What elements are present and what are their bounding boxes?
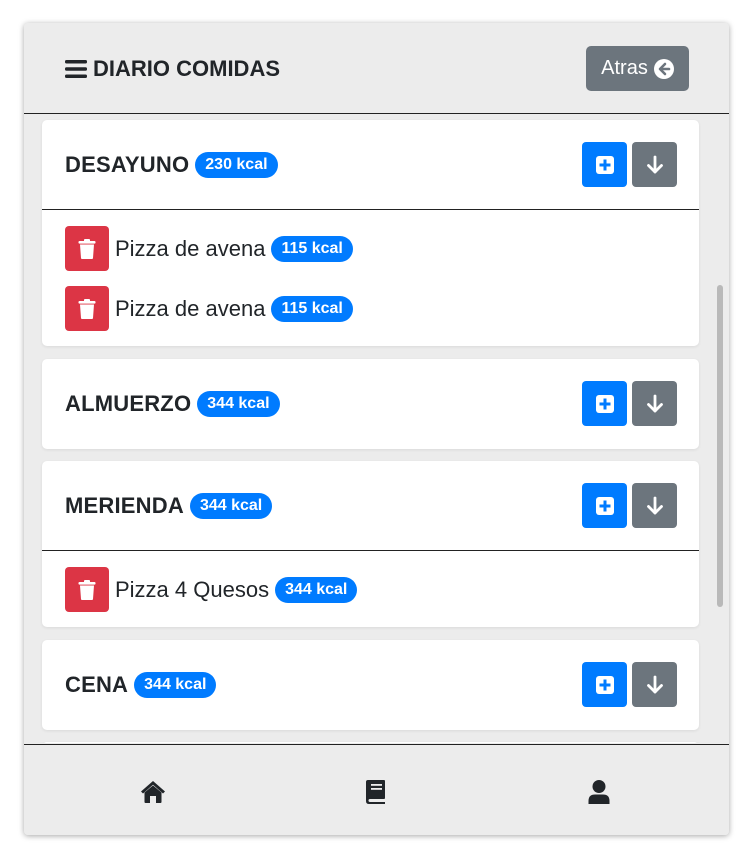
- trash-icon: [78, 238, 96, 259]
- arrow-down-icon: [646, 496, 663, 514]
- arrow-down-icon: [646, 155, 663, 173]
- meal-card-header: ALMUERZO 344 kcal: [42, 359, 699, 449]
- food-item: Pizza de avena 115 kcal: [65, 226, 699, 271]
- kcal-badge: 344 kcal: [189, 492, 273, 519]
- meal-title: CENA: [65, 672, 129, 697]
- delete-food-button[interactable]: [65, 286, 109, 331]
- arrow-down-icon: [646, 394, 663, 412]
- food-item: Pizza de avena 115 kcal: [65, 286, 699, 331]
- meal-card-partial: [42, 742, 699, 743]
- app-brand[interactable]: DIARIO COMIDAS: [65, 56, 280, 82]
- arrow-circle-left-icon: [653, 58, 674, 79]
- add-food-button[interactable]: [582, 483, 627, 528]
- kcal-badge: 344 kcal: [134, 672, 217, 698]
- back-button-label: Atras: [601, 57, 648, 79]
- food-list: Pizza 4 Quesos 344 kcal: [42, 551, 699, 626]
- menu-icon[interactable]: [65, 60, 87, 78]
- food-list: Pizza de avena 115 kcal Pizza de avena 1…: [42, 210, 699, 345]
- app-window: DIARIO COMIDAS Atras DESAYUNO 230 kcal P…: [24, 23, 729, 835]
- meal-title: MERIENDA: [65, 492, 184, 518]
- meal-card-header: MERIENDA 344 kcal: [42, 461, 699, 551]
- back-button[interactable]: Atras: [586, 46, 689, 91]
- add-food-button[interactable]: [582, 662, 627, 707]
- trash-icon: [78, 579, 96, 600]
- food-name: Pizza de avena: [115, 295, 266, 321]
- home-icon[interactable]: [140, 779, 166, 805]
- expand-button[interactable]: [632, 381, 677, 426]
- meal-card-desayuno: DESAYUNO 230 kcal Pizza de avena 115 kca…: [42, 120, 699, 346]
- meal-card-header: CENA 344 kcal: [42, 640, 699, 730]
- bottom-nav: [24, 744, 729, 835]
- delete-food-button[interactable]: [65, 226, 109, 271]
- arrow-down-icon: [646, 675, 663, 693]
- food-name: Pizza 4 Quesos: [115, 576, 270, 602]
- plus-square-icon: [595, 675, 614, 694]
- kcal-badge: 115 kcal: [271, 235, 353, 262]
- trash-icon: [78, 298, 96, 319]
- meal-list: DESAYUNO 230 kcal Pizza de avena 115 kca…: [24, 115, 729, 743]
- kcal-badge: 344 kcal: [197, 391, 280, 417]
- kcal-badge: 115 kcal: [271, 295, 353, 322]
- scrollbar-thumb[interactable]: [717, 285, 723, 607]
- meal-card-cena: CENA 344 kcal: [42, 640, 699, 730]
- expand-button[interactable]: [632, 662, 677, 707]
- add-food-button[interactable]: [582, 381, 627, 426]
- plus-square-icon: [595, 394, 614, 413]
- navbar: DIARIO COMIDAS Atras: [24, 23, 729, 114]
- kcal-badge: 344 kcal: [275, 576, 358, 603]
- meal-card-merienda: MERIENDA 344 kcal Pizza 4 Quesos 344 kca…: [42, 461, 699, 627]
- add-food-button[interactable]: [582, 142, 627, 187]
- plus-square-icon: [595, 155, 614, 174]
- user-icon[interactable]: [586, 779, 612, 805]
- food-name: Pizza de avena: [115, 235, 266, 261]
- meal-card-almuerzo: ALMUERZO 344 kcal: [42, 359, 699, 449]
- page-title: DIARIO COMIDAS: [93, 56, 280, 81]
- plus-square-icon: [595, 496, 614, 515]
- meal-card-header: DESAYUNO 230 kcal: [42, 120, 699, 210]
- book-icon[interactable]: [363, 779, 389, 805]
- meal-title: ALMUERZO: [65, 391, 192, 416]
- meal-title: DESAYUNO: [65, 151, 190, 177]
- expand-button[interactable]: [632, 142, 677, 187]
- food-item: Pizza 4 Quesos 344 kcal: [65, 567, 699, 612]
- delete-food-button[interactable]: [65, 567, 109, 612]
- kcal-badge: 230 kcal: [195, 151, 278, 178]
- expand-button[interactable]: [632, 483, 677, 528]
